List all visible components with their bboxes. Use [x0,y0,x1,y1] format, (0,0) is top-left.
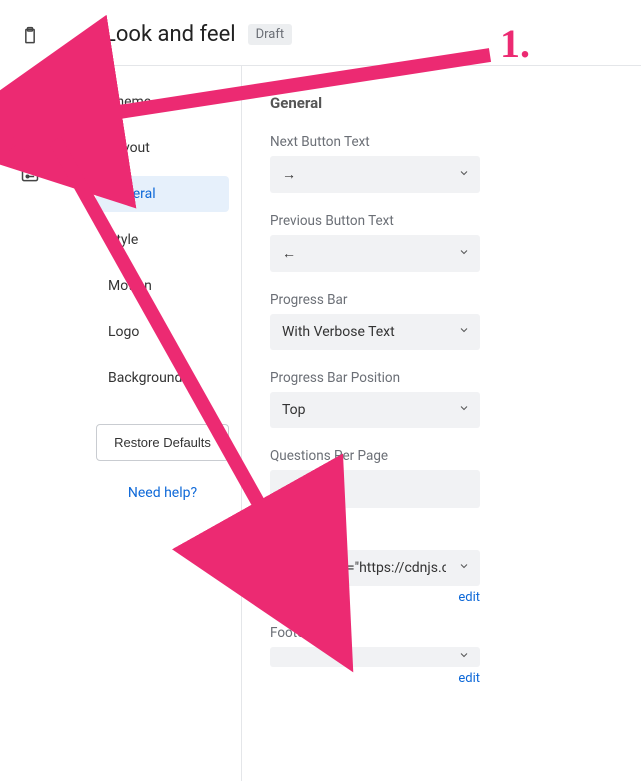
field-label: Next Button Text [270,134,613,150]
subnav-motion[interactable]: Motion [96,268,229,304]
next-button-text-select[interactable]: → [270,156,480,193]
field-label: Progress Bar [270,292,613,308]
page-header: Look and feel Draft [84,0,641,65]
footer-select[interactable] [270,647,480,667]
field-previous-button-text: Previous Button Text ← [270,213,613,272]
progress-bar-position-select[interactable]: Top [270,392,480,428]
builder-icon[interactable] [14,66,46,98]
subnav-style[interactable]: Style [96,222,229,258]
header-edit-link[interactable]: edit [270,590,480,605]
section-title: General [270,94,613,112]
chevron-down-icon [458,324,470,340]
chevron-down-icon [458,560,470,576]
settings-subnav: Theme Layout General Style Motion Logo B… [84,66,242,781]
field-label: Footer [270,625,613,641]
clipboard-icon[interactable] [14,20,46,52]
questions-per-page-input[interactable] [270,470,480,508]
sliders-icon[interactable] [14,158,46,190]
subnav-layout[interactable]: Layout [96,130,229,166]
main-panel: Look and feel Draft Theme Layout General… [84,0,641,782]
field-label: Header [270,528,613,544]
restore-defaults-button[interactable]: Restore Defaults [96,424,229,461]
previous-button-text-select[interactable]: ← [270,235,480,272]
subnav-general[interactable]: General [96,176,229,212]
field-progress-bar: Progress Bar With Verbose Text [270,292,613,350]
progress-bar-select[interactable]: With Verbose Text [270,314,480,350]
field-label: Previous Button Text [270,213,613,229]
chevron-down-icon [458,167,470,183]
subnav-background[interactable]: Background [96,360,229,396]
field-header: Header <script src="https://cdnjs.c edit [270,528,613,605]
paint-roller-icon[interactable] [14,112,46,144]
field-label: Progress Bar Position [270,370,613,386]
field-next-button-text: Next Button Text → [270,134,613,193]
chevron-down-icon [458,246,470,262]
footer-edit-link[interactable]: edit [270,671,480,686]
field-questions-per-page: Questions Per Page [270,448,613,508]
header-select[interactable]: <script src="https://cdnjs.c [270,550,480,586]
icon-rail [0,0,60,782]
field-footer: Footer edit [270,625,613,686]
chevron-down-icon [458,402,470,418]
chevron-down-icon [458,649,470,665]
general-form: General Next Button Text → Previous Butt… [242,66,641,781]
subnav-theme[interactable]: Theme [96,84,229,120]
field-progress-bar-position: Progress Bar Position Top [270,370,613,428]
page-title: Look and feel [104,22,236,47]
field-label: Questions Per Page [270,448,613,464]
status-badge: Draft [248,24,293,45]
subnav-logo[interactable]: Logo [96,314,229,350]
need-help-link[interactable]: Need help? [96,485,229,501]
